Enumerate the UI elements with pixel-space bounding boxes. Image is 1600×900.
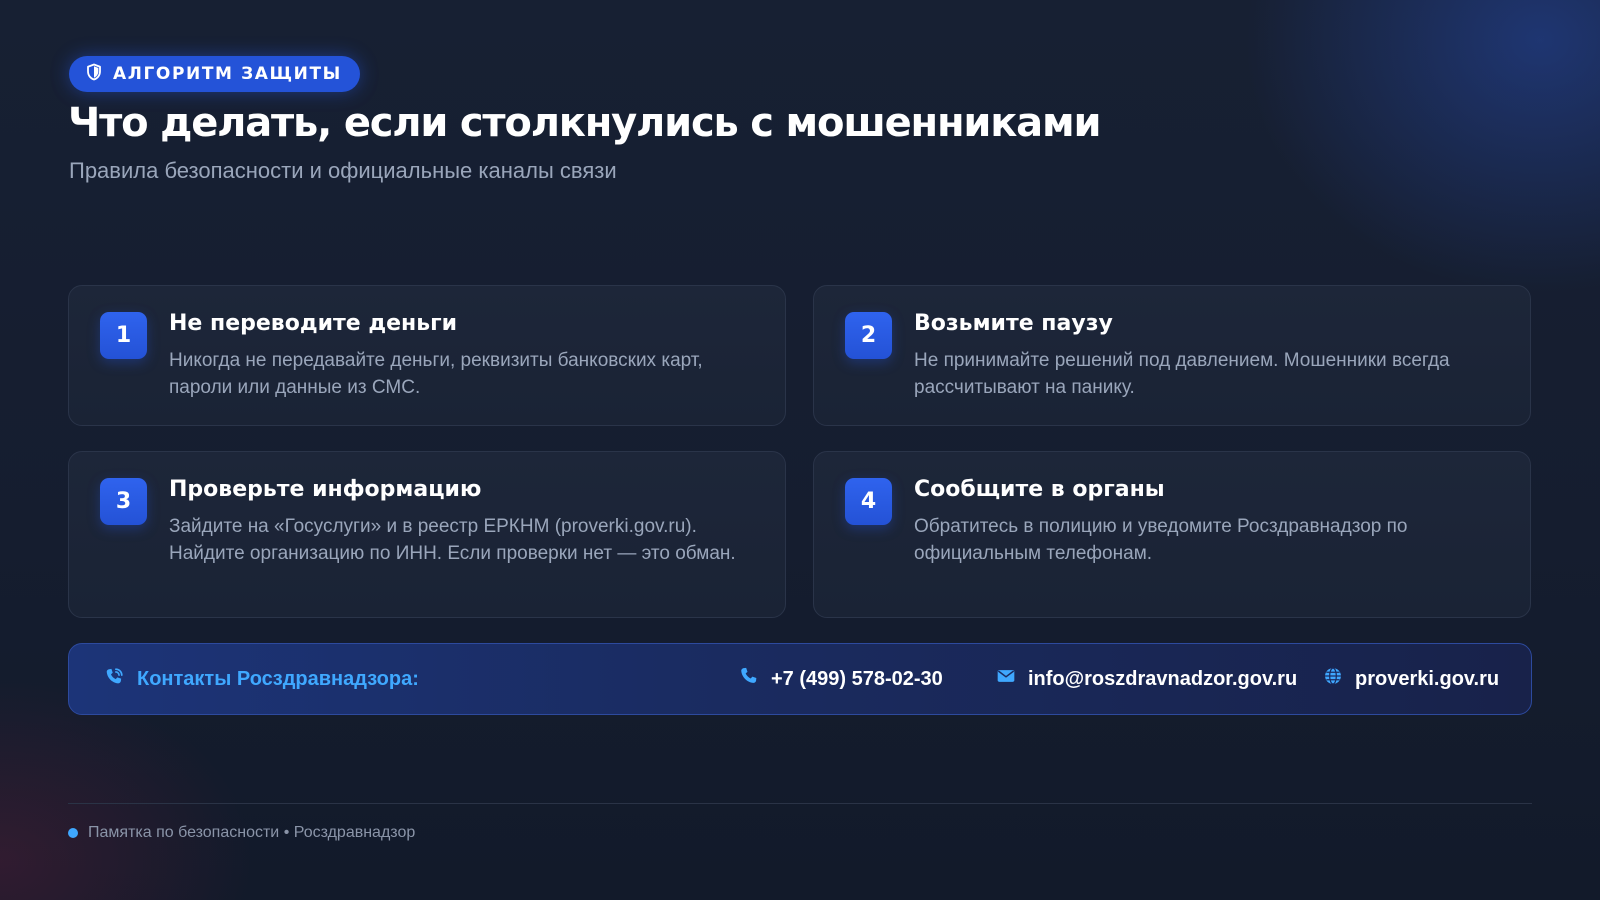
footer: Памятка по безопасности • Росздравнадзор xyxy=(68,824,415,842)
contacts-label: Контакты Росздравнадзора: xyxy=(137,667,419,690)
step-card-1: 1 Не переводите деньги Никогда не переда… xyxy=(68,285,786,426)
step-description: Не принимайте решений под давлением. Мош… xyxy=(914,350,1450,398)
step-title: Возьмите паузу xyxy=(914,311,1113,336)
step-title: Не переводите деньги xyxy=(169,311,458,336)
footer-dot xyxy=(68,828,78,838)
page-subtitle: Правила безопасности и официальные канал… xyxy=(69,158,617,183)
envelope-icon xyxy=(996,666,1016,692)
badge-label: АЛГОРИТМ ЗАЩИТЫ xyxy=(113,64,342,84)
step-number: 4 xyxy=(845,478,892,525)
step-card-2: 2 Возьмите паузу Не принимайте решений п… xyxy=(813,285,1531,426)
step-number: 1 xyxy=(100,312,147,359)
footer-divider xyxy=(68,803,1532,804)
contact-website[interactable]: proverki.gov.ru xyxy=(1323,644,1499,714)
contacts-header: Контакты Росздравнадзора: xyxy=(103,644,419,714)
step-title: Сообщите в органы xyxy=(914,477,1165,502)
step-description: Зайдите на «Госуслуги» и в реестр ЕРКНМ … xyxy=(169,516,736,564)
step-card-3: 3 Проверьте информацию Зайдите на «Госус… xyxy=(68,451,786,618)
phone-call-icon xyxy=(103,666,125,693)
step-description: Никогда не передавайте деньги, реквизиты… xyxy=(169,350,703,398)
slide: АЛГОРИТМ ЗАЩИТЫ Что делать, если столкну… xyxy=(0,0,1600,900)
step-number: 3 xyxy=(100,478,147,525)
shield-icon xyxy=(85,63,103,86)
contact-phone-value: +7 (499) 578-02-30 xyxy=(771,667,943,690)
contact-email[interactable]: info@roszdravnadzor.gov.ru xyxy=(996,644,1297,714)
section-badge: АЛГОРИТМ ЗАЩИТЫ xyxy=(69,56,360,92)
step-description: Обратитесь в полицию и уведомите Росздра… xyxy=(914,516,1408,564)
contacts-bar: Контакты Росздравнадзора: +7 (499) 578-0… xyxy=(68,643,1532,715)
page-title: Что делать, если столкнулись с мошенника… xyxy=(68,100,1101,146)
step-number: 2 xyxy=(845,312,892,359)
contact-website-value: proverki.gov.ru xyxy=(1355,667,1500,690)
step-card-4: 4 Сообщите в органы Обратитесь в полицию… xyxy=(813,451,1531,618)
contact-phone[interactable]: +7 (499) 578-02-30 xyxy=(739,644,943,714)
phone-icon xyxy=(739,666,759,692)
contact-email-value: info@roszdravnadzor.gov.ru xyxy=(1028,667,1298,690)
globe-icon xyxy=(1323,666,1343,692)
step-title: Проверьте информацию xyxy=(169,477,482,502)
footer-text: Памятка по безопасности • Росздравнадзор xyxy=(88,824,416,841)
